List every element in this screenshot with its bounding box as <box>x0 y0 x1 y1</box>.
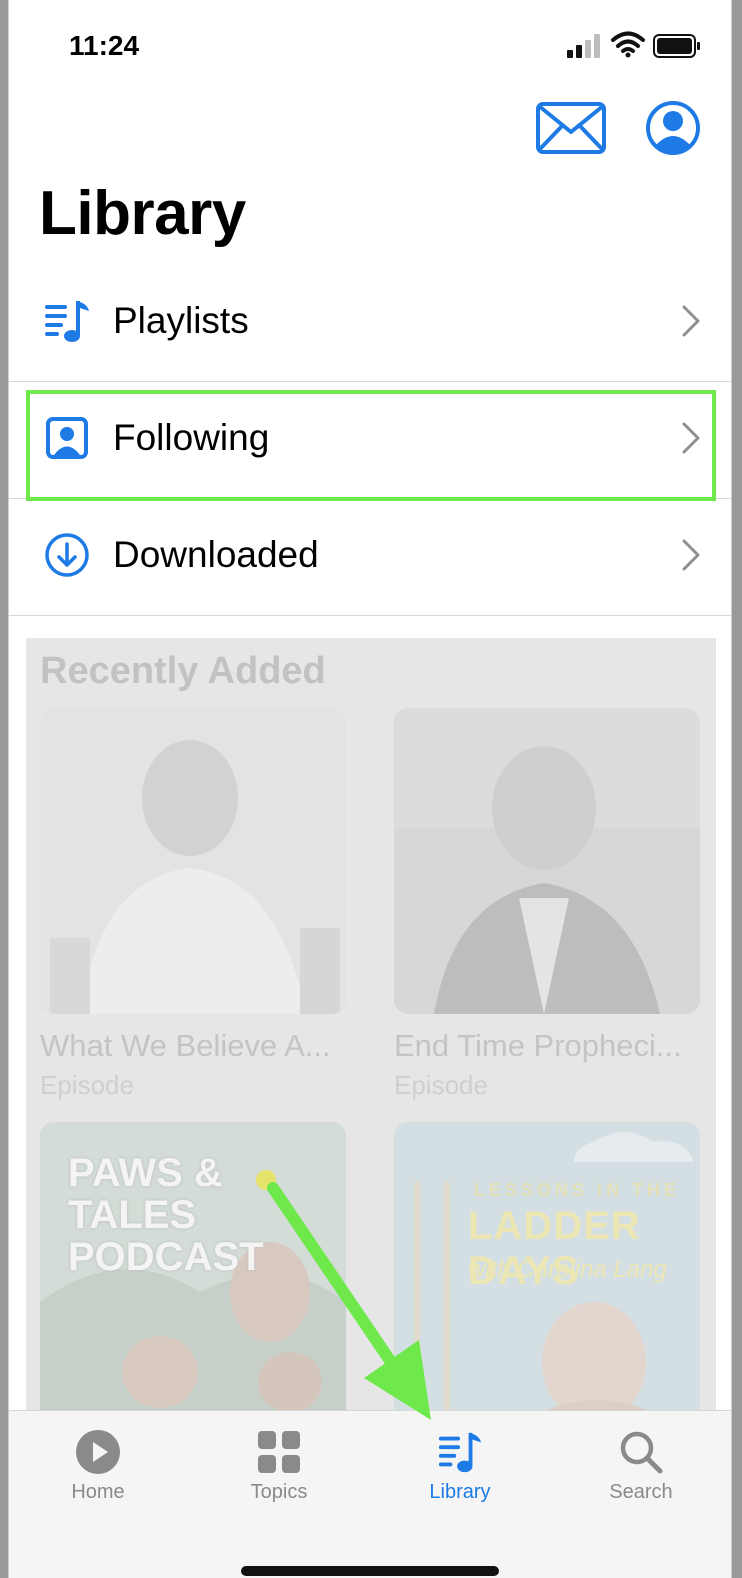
podcast-art-text: LESSONS IN THE <box>474 1180 681 1200</box>
wifi-icon <box>611 31 645 58</box>
chevron-right-icon <box>682 539 700 571</box>
highlight-box <box>26 390 716 501</box>
page-title: Library <box>39 179 246 248</box>
tab-label: Search <box>609 1481 673 1503</box>
grid-icon <box>258 1431 300 1473</box>
episode-card[interactable]: What We Believe A... Episode <box>40 708 346 1101</box>
row-label-downloaded: Downloaded <box>113 534 319 575</box>
row-downloaded[interactable]: Downloaded <box>9 497 731 613</box>
episode-artwork <box>40 708 346 1014</box>
podcast-art-text: PAWS & TALES PODCAST <box>68 1151 264 1279</box>
podcast-art-text: with Carolina Lang <box>468 1256 667 1283</box>
person-photo <box>40 708 346 1014</box>
playlist-icon <box>45 301 89 342</box>
phone-screen: 11:24 Library Playlists Following Downlo… <box>8 0 732 1578</box>
divider <box>9 615 731 616</box>
play-circle-icon <box>76 1430 120 1474</box>
episode-title: What We Believe A... <box>40 1028 331 1063</box>
tab-label: Home <box>71 1481 125 1503</box>
episode-artwork: LESSONS IN THE LADDER DAYS with Carolina… <box>394 1122 700 1418</box>
tab-search[interactable]: Search <box>581 1419 701 1519</box>
playlist-icon <box>438 1432 482 1473</box>
chevron-right-icon <box>682 305 700 337</box>
episode-card[interactable]: LESSONS IN THE LADDER DAYS with Carolina… <box>394 1122 700 1418</box>
cellular-signal-icon <box>567 34 600 58</box>
tab-label: Topics <box>250 1481 308 1503</box>
row-label-playlists: Playlists <box>113 300 249 341</box>
tab-home[interactable]: Home <box>38 1419 158 1519</box>
episode-card[interactable]: End Time Propheci... Episode <box>394 708 700 1101</box>
episode-card[interactable]: PAWS & TALES PODCAST <box>40 1122 346 1418</box>
episode-artwork: PAWS & TALES PODCAST <box>40 1122 346 1418</box>
episode-subtitle: Episode <box>40 1070 134 1100</box>
profile-icon[interactable] <box>645 100 701 156</box>
magnifier-icon <box>620 1431 663 1474</box>
home-indicator <box>241 1566 499 1576</box>
tab-library[interactable]: Library <box>400 1419 520 1519</box>
tab-bar: Home Topics Library Search <box>9 1410 731 1578</box>
recently-added-section: Recently Added What We Believe A... Epis… <box>26 638 716 1418</box>
episode-artwork <box>394 708 700 1014</box>
download-circle-icon <box>45 533 89 577</box>
status-time: 11:24 <box>69 30 140 61</box>
section-title: Recently Added <box>40 650 326 692</box>
mail-icon[interactable] <box>536 102 606 154</box>
episode-title: End Time Propheci... <box>394 1028 682 1063</box>
battery-icon <box>653 34 700 58</box>
person-photo <box>394 708 700 1014</box>
tab-label: Library <box>429 1481 491 1503</box>
row-playlists[interactable]: Playlists <box>9 263 731 379</box>
episode-subtitle: Episode <box>394 1070 488 1100</box>
tab-topics[interactable]: Topics <box>219 1419 339 1519</box>
